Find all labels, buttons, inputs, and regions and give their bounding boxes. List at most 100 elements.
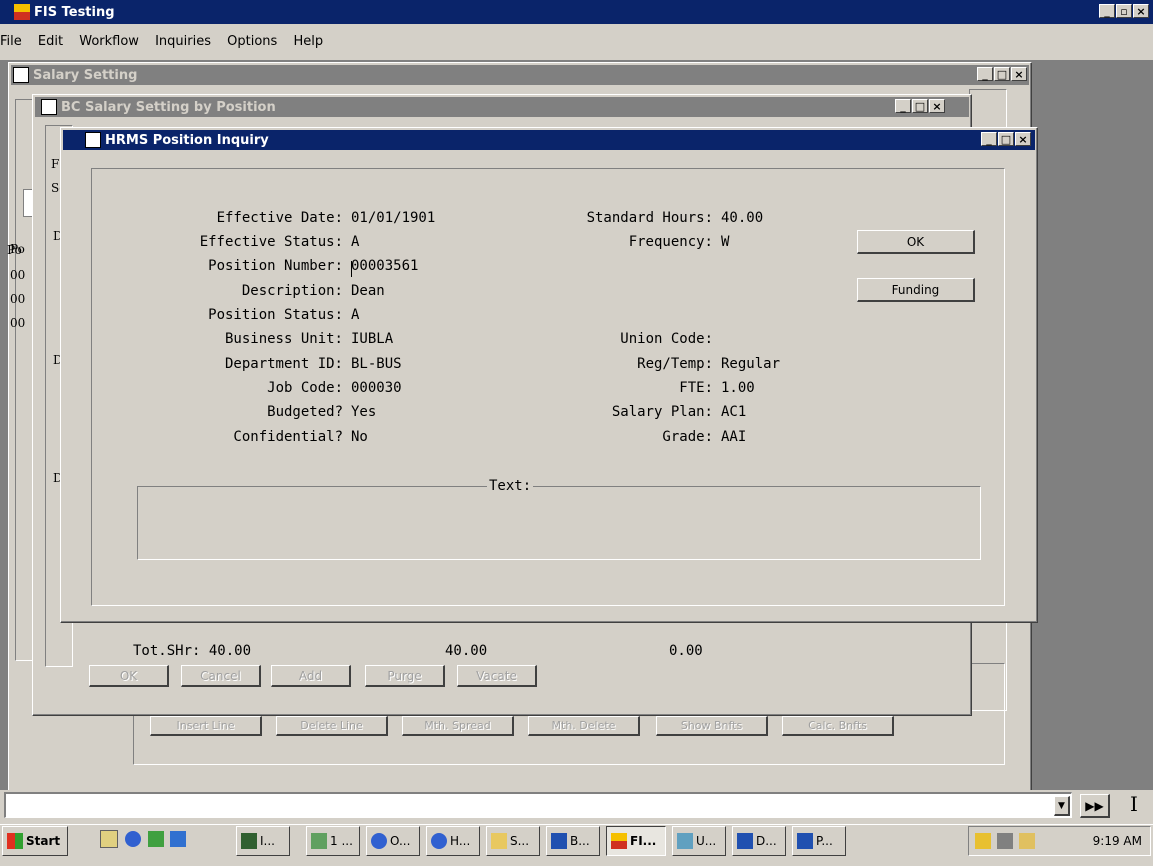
minimize-icon[interactable]: _ <box>895 99 911 113</box>
tot-shr-mid: 40.00 <box>445 643 488 659</box>
bc-vacate-button[interactable]: Vacate <box>457 665 537 687</box>
reg-temp-label: Reg/Temp: <box>637 356 713 372</box>
confidential-label: Confidential? <box>233 429 343 445</box>
position-number-value[interactable]: 00003561 <box>351 258 418 274</box>
clock-app-icon <box>241 833 257 849</box>
standard-hours-label: Standard Hours: <box>586 210 713 226</box>
bc-ok-button[interactable]: OK <box>89 665 169 687</box>
grade-value: AAI <box>721 429 747 445</box>
menu-bar: File Edit Workflow Inquiries Options Hel… <box>0 24 1153 60</box>
folder-icon <box>491 833 507 849</box>
quick-launch <box>100 830 220 852</box>
minimize-icon[interactable]: _ <box>981 132 997 146</box>
minimize-icon[interactable]: _ <box>977 67 993 81</box>
dropdown-arrow-icon[interactable]: ▼ <box>1054 796 1070 816</box>
salary-plan-label: Salary Plan: <box>611 404 713 420</box>
close-icon[interactable]: × <box>1011 67 1027 81</box>
word-icon <box>737 833 753 849</box>
internet-explorer-icon[interactable] <box>124 831 141 847</box>
tray-tool-icon[interactable] <box>975 833 991 849</box>
restore-icon[interactable]: ▫ <box>1116 4 1132 18</box>
effective-status-value: A <box>351 234 360 250</box>
taskbar-item-5[interactable]: S... <box>486 826 540 856</box>
confidential-value: No <box>351 429 368 445</box>
start-button[interactable]: Start <box>2 826 68 856</box>
bc-salary-title: BC Salary Setting by Position <box>61 99 276 115</box>
taskbar-item-10[interactable]: P... <box>792 826 846 856</box>
show-bnfts-button[interactable]: Show Bnfts <box>656 716 768 736</box>
sync-icon[interactable] <box>170 831 187 847</box>
taskbar-item-3[interactable]: O... <box>366 826 420 856</box>
menu-workflow[interactable]: Workflow <box>79 34 139 49</box>
bc-add-button[interactable]: Add <box>271 665 351 687</box>
spreadsheet-icon <box>311 833 327 849</box>
hrms-window: HRMS Position Inquiry _ □ × Effective Date… <box>60 127 1038 623</box>
salary-fragment-00b: 00 <box>10 292 26 306</box>
bc-salary-titlebar[interactable]: BC Salary Setting by Position _ □ × <box>35 97 969 117</box>
fast-forward-icon[interactable]: ▶▶ <box>1080 794 1110 818</box>
taskbar-item-9[interactable]: D... <box>732 826 786 856</box>
app-icon <box>14 4 30 20</box>
command-input[interactable] <box>4 792 1072 818</box>
menu-options[interactable]: Options <box>227 34 277 49</box>
menu-help[interactable]: Help <box>293 34 323 49</box>
salary-setting-titlebar[interactable]: Salary Setting _ □ × <box>11 65 1029 85</box>
business-unit-label: Business Unit: <box>224 331 343 347</box>
effective-date-value: 01/01/1901 <box>351 210 436 226</box>
funding-button[interactable]: Funding <box>857 278 975 302</box>
taskbar-item-8[interactable]: U... <box>672 826 726 856</box>
app-titlebar[interactable]: FIS Testing _ ▫ × <box>0 0 1153 24</box>
outlook-icon[interactable] <box>147 831 164 847</box>
department-id-value: BL-BUS <box>351 356 402 372</box>
hrms-titlebar[interactable]: HRMS Position Inquiry _ □ × <box>63 130 1035 150</box>
insert-line-button[interactable]: Insert Line <box>150 716 262 736</box>
frequency-value: W <box>721 234 730 250</box>
position-number-label: Position Number: <box>208 258 343 274</box>
ie-icon <box>371 833 387 849</box>
maximize-icon[interactable]: □ <box>912 99 928 113</box>
delete-line-button[interactable]: Delete Line <box>276 716 388 736</box>
salary-fragment-po: Po <box>10 242 25 256</box>
monitor-icon[interactable] <box>1019 833 1035 849</box>
tot-shr-label: Tot.SHr: 40.00 <box>133 643 252 659</box>
window-doc-icon <box>13 67 29 83</box>
menu-file[interactable]: File <box>0 34 22 49</box>
show-desktop-icon[interactable] <box>100 830 118 848</box>
maximize-icon[interactable]: □ <box>998 132 1014 146</box>
close-icon[interactable]: × <box>929 99 945 113</box>
text-cursor-icon[interactable]: I <box>1120 792 1148 818</box>
salary-plan-value: AC1 <box>721 404 747 420</box>
job-code-label: Job Code: <box>267 380 343 396</box>
bc-cancel-button[interactable]: Cancel <box>181 665 261 687</box>
bc-purge-button[interactable]: Purge <box>365 665 445 687</box>
frequency-label: Frequency: <box>628 234 713 250</box>
taskbar-item-2[interactable]: 1 ... <box>306 826 360 856</box>
window-doc-icon <box>85 132 101 148</box>
effective-status-label: Effective Status: <box>199 234 343 250</box>
start-label: Start <box>26 834 61 848</box>
word-icon <box>551 833 567 849</box>
calc-bnfts-button[interactable]: Calc. Bnfts <box>782 716 894 736</box>
position-status-value: A <box>351 307 360 323</box>
clock[interactable]: 9:19 AM <box>1093 834 1142 848</box>
mth-delete-button[interactable]: Mth. Delete <box>528 716 640 736</box>
window-doc-icon <box>41 99 57 115</box>
close-icon[interactable]: × <box>1133 4 1149 18</box>
close-icon[interactable]: × <box>1015 132 1031 146</box>
hrms-ok-button[interactable]: OK <box>857 230 975 254</box>
salary-setting-title: Salary Setting <box>33 67 138 83</box>
description-value: Dean <box>351 283 385 299</box>
menu-inquiries[interactable]: Inquiries <box>155 34 211 49</box>
volume-icon[interactable] <box>997 833 1013 849</box>
grade-label: Grade: <box>662 429 713 445</box>
mth-spread-button[interactable]: Mth. Spread <box>402 716 514 736</box>
maximize-icon[interactable]: □ <box>994 67 1010 81</box>
salary-fragment-00c: 00 <box>10 316 26 330</box>
menu-edit[interactable]: Edit <box>38 34 63 49</box>
reg-temp-value: Regular <box>721 356 781 372</box>
minimize-icon[interactable]: _ <box>1099 4 1115 18</box>
taskbar-item-fis[interactable]: FI... <box>606 826 666 856</box>
taskbar-item-6[interactable]: B... <box>546 826 600 856</box>
taskbar-item-4[interactable]: H... <box>426 826 480 856</box>
taskbar-item-1[interactable]: I... <box>236 826 290 856</box>
